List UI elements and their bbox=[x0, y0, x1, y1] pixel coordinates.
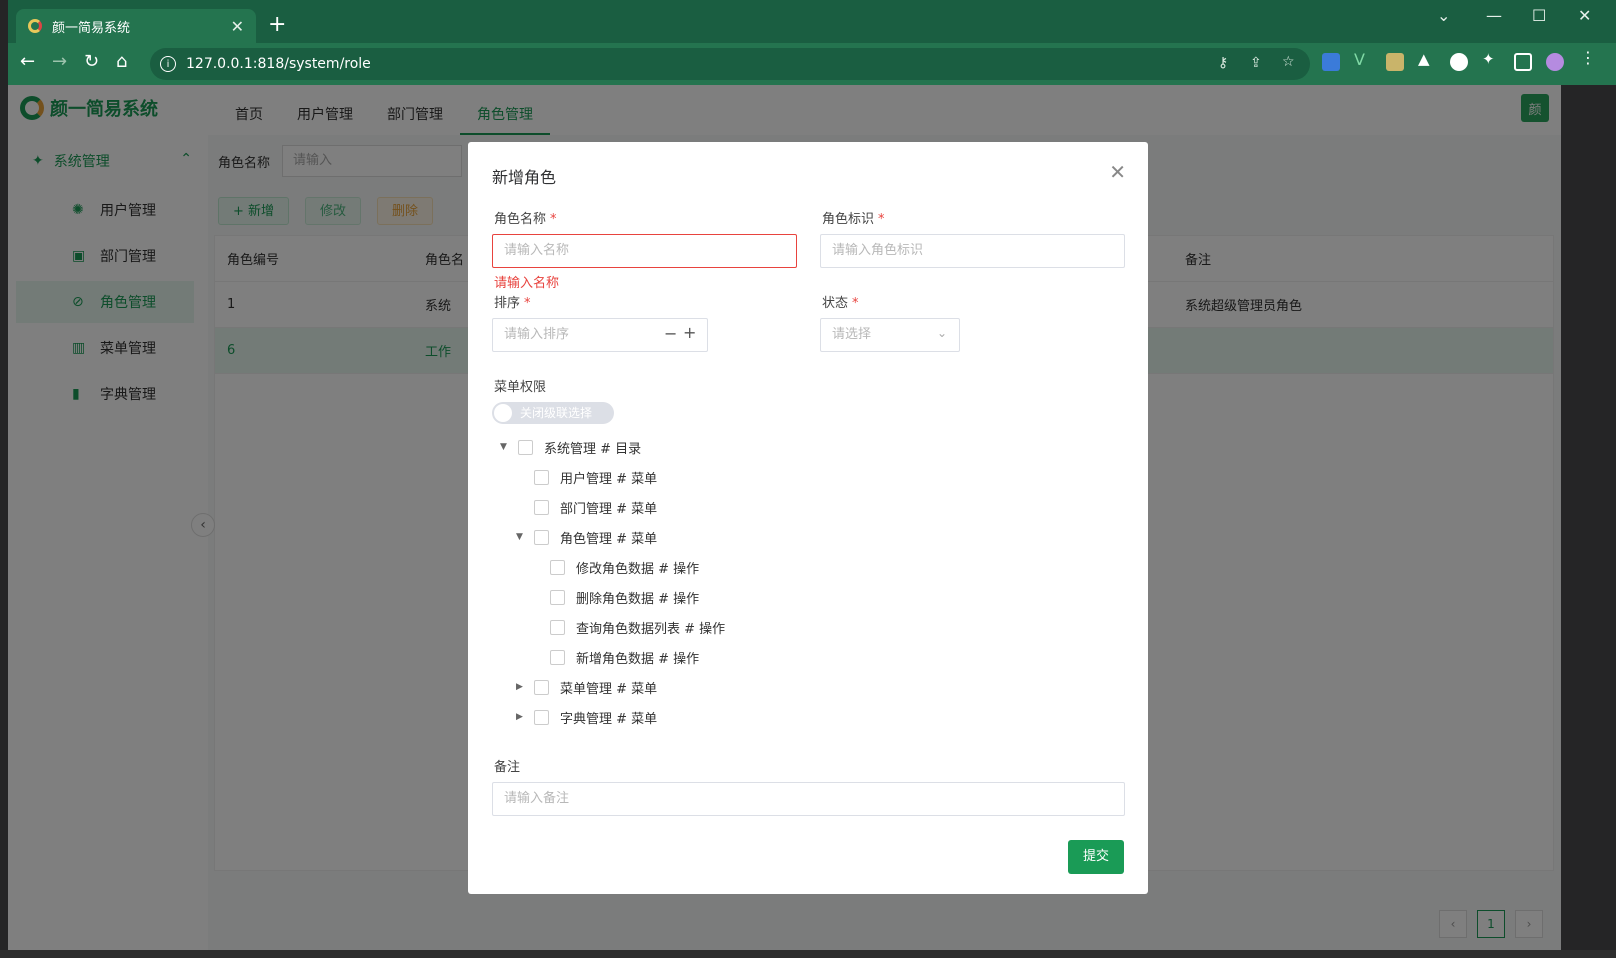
url-text: 127.0.0.1:818/system/role bbox=[186, 56, 371, 72]
status-label-text: 状态 bbox=[822, 296, 849, 311]
caret-right-icon[interactable]: ▶ bbox=[516, 712, 532, 722]
extension-vue-icon[interactable]: V bbox=[1354, 50, 1372, 69]
tree-checkbox[interactable] bbox=[534, 499, 549, 515]
browser-toolbar: ← → ↻ ⌂ i 127.0.0.1:818/system/role ⚷ ⇪ … bbox=[0, 43, 1616, 85]
minimize-icon[interactable]: — bbox=[1486, 6, 1502, 25]
dialog-title: 新增角色 bbox=[492, 168, 557, 187]
password-key-icon[interactable]: ⚷ bbox=[1218, 55, 1228, 71]
tree-node-label: 用户管理 # 菜单 bbox=[560, 471, 658, 487]
browser-chrome: 颜一简易系统 ✕ + ⌄ — ☐ ✕ ← → ↻ ⌂ i 127.0.0.1:8… bbox=[0, 0, 1616, 85]
close-tab-icon[interactable]: ✕ bbox=[231, 17, 244, 36]
remark-input[interactable]: 请输入备注 bbox=[492, 782, 1125, 816]
bookmark-star-icon[interactable]: ☆ bbox=[1282, 54, 1295, 70]
extension-ball-icon[interactable] bbox=[1450, 53, 1468, 71]
role-name-label: 角色名称 * bbox=[494, 208, 557, 227]
submit-button[interactable]: 提交 bbox=[1068, 840, 1124, 874]
tree-node-dictionary[interactable]: ▶ 字典管理 # 菜单 bbox=[516, 706, 657, 728]
tree-node-label: 修改角色数据 # 操作 bbox=[576, 561, 700, 577]
home-icon[interactable]: ⌂ bbox=[116, 51, 127, 72]
caret-right-icon[interactable]: ▶ bbox=[516, 682, 532, 692]
tree-node-label: 系统管理 # 目录 bbox=[544, 441, 642, 457]
required-mark: * bbox=[550, 212, 557, 227]
tree-node-label: 部门管理 # 菜单 bbox=[560, 501, 658, 517]
tree-node-label: 删除角色数据 # 操作 bbox=[576, 591, 700, 607]
cascade-select-toggle[interactable]: 关闭级联选择 bbox=[492, 402, 614, 424]
close-icon[interactable]: ✕ bbox=[1109, 160, 1126, 184]
required-mark: * bbox=[878, 212, 885, 227]
tree-node-roles[interactable]: ▼ 角色管理 # 菜单 bbox=[516, 526, 657, 548]
toggle-knob bbox=[494, 404, 512, 422]
tree-checkbox[interactable] bbox=[534, 469, 549, 485]
status-label: 状态 * bbox=[822, 292, 859, 311]
tree-checkbox[interactable] bbox=[534, 529, 549, 545]
required-mark: * bbox=[524, 296, 531, 311]
menu-permission-label: 菜单权限 bbox=[494, 380, 547, 395]
forward-icon[interactable]: → bbox=[52, 51, 67, 72]
remark-label: 备注 bbox=[494, 760, 521, 775]
tree-checkbox[interactable] bbox=[550, 589, 565, 605]
chevron-down-icon: ⌄ bbox=[937, 326, 948, 340]
tree-node-label: 新增角色数据 # 操作 bbox=[576, 651, 700, 667]
role-key-label: 角色标识 * bbox=[822, 208, 885, 227]
tree-node-delete-role[interactable]: 删除角色数据 # 操作 bbox=[532, 586, 699, 608]
tree-node-label: 角色管理 # 菜单 bbox=[560, 531, 658, 547]
tree-checkbox[interactable] bbox=[550, 649, 565, 665]
extension-triangle-icon[interactable]: ▲ bbox=[1418, 50, 1436, 68]
role-key-label-text: 角色标识 bbox=[822, 212, 875, 227]
status-strip bbox=[0, 950, 1616, 958]
tree-node-query-role[interactable]: 查询角色数据列表 # 操作 bbox=[532, 616, 725, 638]
caret-down-icon[interactable]: ▼ bbox=[500, 442, 516, 452]
favicon-icon bbox=[28, 19, 42, 33]
add-role-dialog: 新增角色 ✕ 角色名称 * 请输入名称 请输入名称 角色标识 * 请输入角色标识 排… bbox=[468, 142, 1148, 894]
extension-1-icon[interactable] bbox=[1322, 53, 1340, 71]
extension-download-icon[interactable] bbox=[1386, 53, 1404, 71]
tree-node-departments[interactable]: 部门管理 # 菜单 bbox=[516, 496, 657, 518]
profile-avatar-icon[interactable] bbox=[1546, 53, 1564, 71]
editor-edge-right bbox=[1561, 85, 1616, 958]
tree-checkbox[interactable] bbox=[534, 679, 549, 695]
maximize-icon[interactable]: ☐ bbox=[1532, 6, 1546, 25]
role-name-error: 请输入名称 bbox=[494, 276, 560, 291]
extensions-puzzle-icon[interactable]: ✦ bbox=[1482, 50, 1500, 68]
site-info-icon[interactable]: i bbox=[160, 56, 176, 72]
reload-icon[interactable]: ↻ bbox=[84, 51, 99, 72]
share-icon[interactable]: ⇪ bbox=[1250, 55, 1262, 71]
tree-node-add-role[interactable]: 新增角色数据 # 操作 bbox=[532, 646, 699, 668]
toggle-label: 关闭级联选择 bbox=[520, 406, 593, 420]
tree-node-menus[interactable]: ▶ 菜单管理 # 菜单 bbox=[516, 676, 657, 698]
tree-node-system[interactable]: ▼ 系统管理 # 目录 bbox=[500, 436, 641, 458]
window-close-icon[interactable]: ✕ bbox=[1578, 6, 1591, 25]
decrement-button[interactable]: − bbox=[664, 324, 677, 343]
tree-checkbox[interactable] bbox=[550, 559, 565, 575]
required-mark: * bbox=[852, 296, 859, 311]
tab-title: 颜一简易系统 bbox=[52, 20, 131, 36]
sort-label: 排序 * bbox=[494, 292, 531, 311]
role-name-label-text: 角色名称 bbox=[494, 212, 547, 227]
tab-bar: 颜一简易系统 ✕ + ⌄ — ☐ ✕ bbox=[0, 0, 1616, 43]
browser-tab[interactable]: 颜一简易系统 ✕ bbox=[16, 9, 256, 43]
tree-checkbox[interactable] bbox=[534, 709, 549, 725]
tree-node-users[interactable]: 用户管理 # 菜单 bbox=[516, 466, 657, 488]
role-name-input[interactable]: 请输入名称 bbox=[492, 234, 797, 268]
sort-label-text: 排序 bbox=[494, 296, 521, 311]
new-tab-icon[interactable]: + bbox=[268, 12, 286, 37]
back-icon[interactable]: ← bbox=[20, 51, 35, 72]
browser-menu-icon[interactable]: ⋮ bbox=[1580, 48, 1598, 67]
editor-edge-left bbox=[0, 0, 8, 958]
caret-down-icon[interactable]: ▼ bbox=[516, 532, 532, 542]
increment-button[interactable]: + bbox=[683, 323, 696, 342]
tree-checkbox[interactable] bbox=[550, 619, 565, 635]
tree-node-label: 查询角色数据列表 # 操作 bbox=[576, 621, 726, 637]
tree-node-label: 菜单管理 # 菜单 bbox=[560, 681, 658, 697]
tree-node-label: 字典管理 # 菜单 bbox=[560, 711, 658, 727]
tree-checkbox[interactable] bbox=[518, 439, 533, 455]
role-key-input[interactable]: 请输入角色标识 bbox=[820, 234, 1125, 268]
address-bar[interactable]: i 127.0.0.1:818/system/role ⚷ ⇪ ☆ bbox=[150, 48, 1310, 80]
tab-search-icon[interactable]: ⌄ bbox=[1437, 6, 1450, 25]
tree-node-edit-role[interactable]: 修改角色数据 # 操作 bbox=[532, 556, 699, 578]
side-panel-icon[interactable] bbox=[1514, 53, 1532, 71]
